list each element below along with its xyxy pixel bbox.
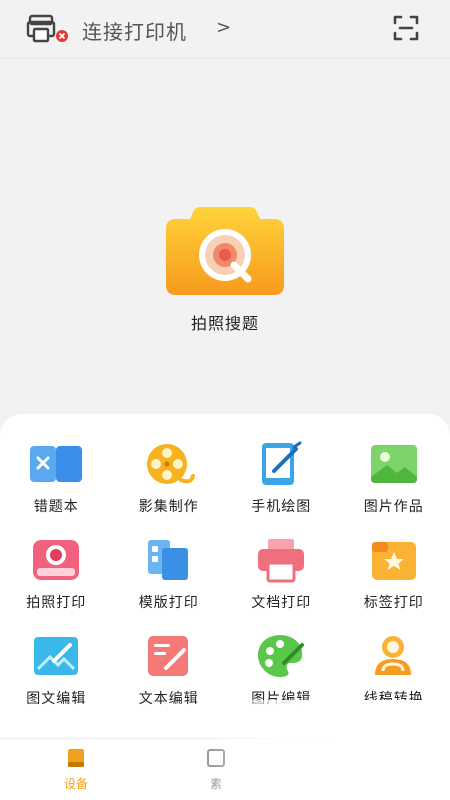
photo-search-button[interactable] xyxy=(164,205,286,297)
tool-label: 手机绘图 xyxy=(251,499,312,515)
text-edit-icon xyxy=(141,632,197,680)
nav-device-label: 设备 xyxy=(63,777,88,791)
tool-album-maker[interactable]: 影集制作 xyxy=(113,440,226,518)
label-print-icon xyxy=(366,536,422,584)
tool-text-edit[interactable]: 文本编辑 xyxy=(113,632,226,710)
top-bar: 连接打印机 > xyxy=(0,0,450,58)
film-reel-icon xyxy=(141,440,197,488)
line-art-convert-icon xyxy=(366,632,422,680)
book-icon xyxy=(68,749,84,767)
tool-label: 影集制作 xyxy=(138,499,199,515)
bottom-nav: 设备 素 xyxy=(0,738,450,800)
chevron-right-icon[interactable]: > xyxy=(216,17,231,38)
document-print-icon xyxy=(253,536,309,584)
phone-drawing-icon xyxy=(253,440,309,488)
tool-phone-drawing[interactable]: 手机绘图 xyxy=(225,440,338,518)
tool-label: 图片作品 xyxy=(363,499,424,515)
tool-label: 错题本 xyxy=(33,499,79,515)
tool-label: 拍照打印 xyxy=(26,595,87,611)
connect-printer-link[interactable]: 连接打印机 xyxy=(82,16,187,45)
tool-image-edit[interactable]: 图片编辑 xyxy=(225,632,338,710)
material-icon xyxy=(207,749,225,767)
tool-label: 文本编辑 xyxy=(138,691,199,707)
tool-picture-works[interactable]: 图片作品 xyxy=(338,440,450,518)
palette-icon xyxy=(253,632,309,680)
tool-label: 标签打印 xyxy=(363,595,424,611)
picture-gallery-icon xyxy=(366,440,422,488)
nav-material-label: 素 xyxy=(209,777,222,791)
nav-device-tab[interactable]: 设备 xyxy=(46,747,106,792)
tool-label: 图片编辑 xyxy=(251,691,312,707)
tool-label: 文档打印 xyxy=(251,595,312,611)
nav-material-tab[interactable]: 素 xyxy=(186,747,246,792)
tool-mistake-book[interactable]: 错题本 xyxy=(0,440,113,518)
tool-label-print[interactable]: 标签打印 xyxy=(338,536,450,614)
tool-label: 模版打印 xyxy=(138,595,199,611)
scan-icon[interactable] xyxy=(392,14,420,42)
tool-document-print[interactable]: 文档打印 xyxy=(225,536,338,614)
header-divider xyxy=(0,58,450,59)
camera-search-icon xyxy=(166,207,284,295)
tool-image-text-edit[interactable]: 图文编辑 xyxy=(0,632,113,710)
template-print-icon xyxy=(141,536,197,584)
photo-print-icon xyxy=(28,536,84,584)
tool-label: 图文编辑 xyxy=(26,691,87,707)
tool-photo-print[interactable]: 拍照打印 xyxy=(0,536,113,614)
tool-template-print[interactable]: 模版打印 xyxy=(113,536,226,614)
tool-label: 线稿转换 xyxy=(363,691,424,707)
photo-search-label[interactable]: 拍照搜题 xyxy=(150,310,300,334)
tools-grid: 错题本 影集制作 手机绘图 图片作品 拍照打印 模版打印 文档打印 标签打印 图… xyxy=(0,440,450,710)
image-text-edit-icon xyxy=(28,632,84,680)
tool-line-art-convert[interactable]: 线稿转换 xyxy=(338,632,450,710)
mistake-book-icon xyxy=(28,440,84,488)
printer-disconnected-icon[interactable] xyxy=(26,12,70,44)
